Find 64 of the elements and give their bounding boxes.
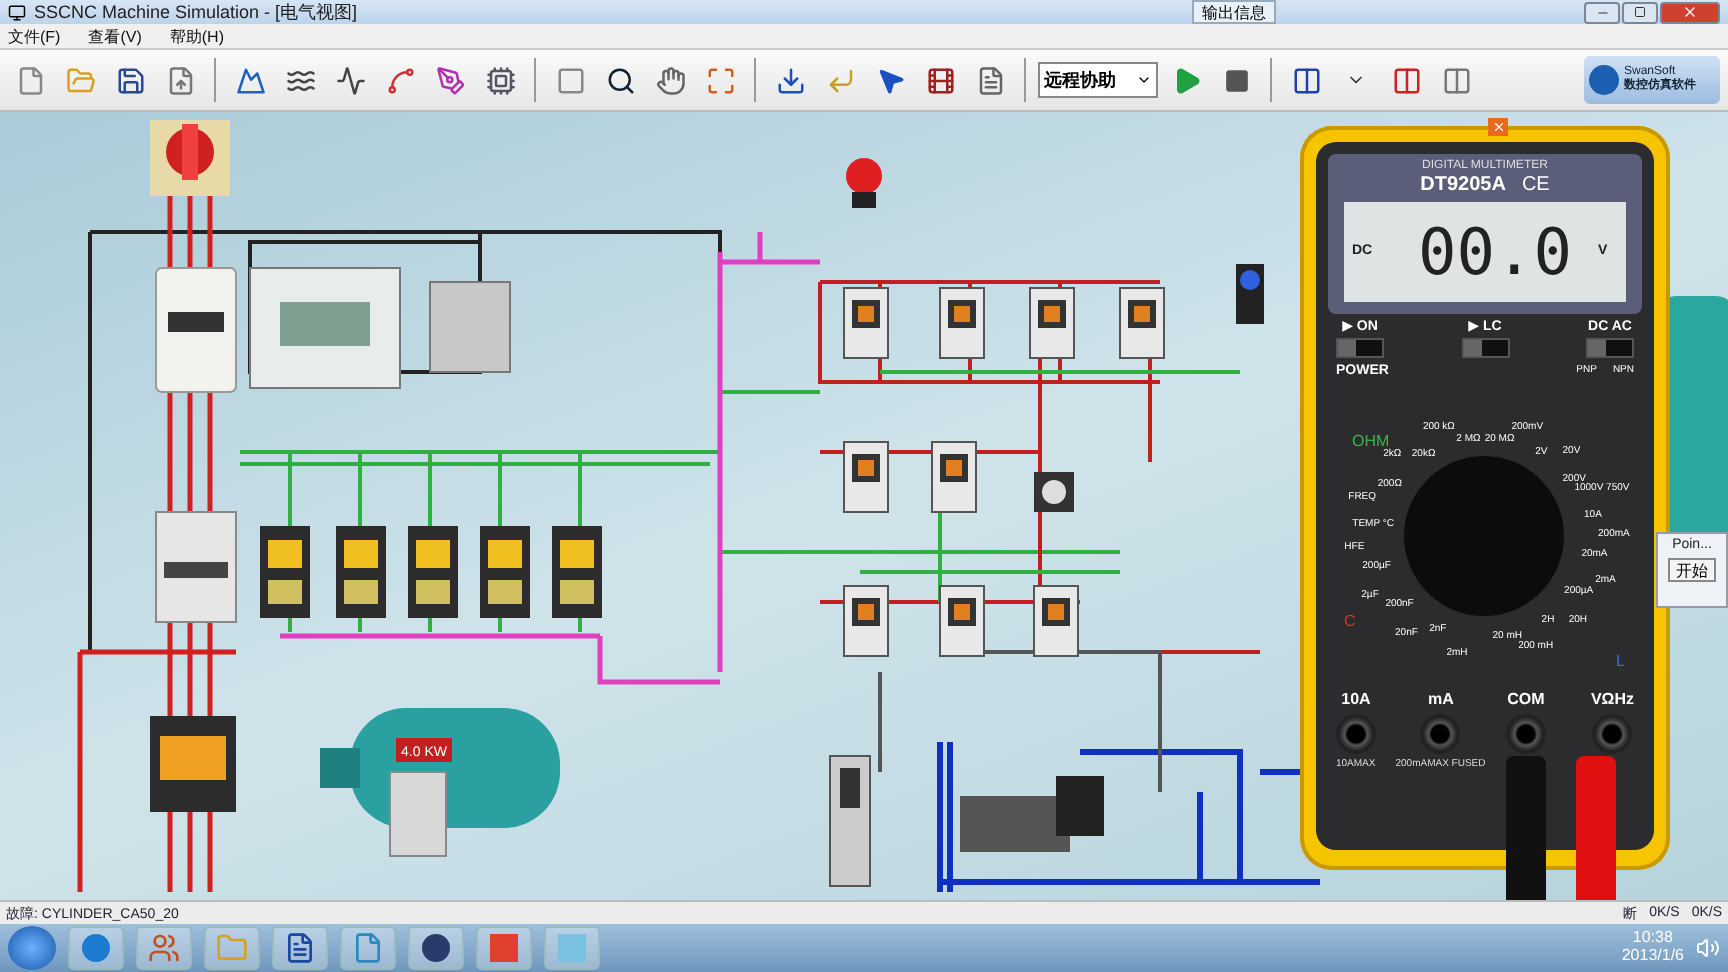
jack-label: 10A — [1341, 691, 1371, 710]
lcd-reading: 00.0 — [1415, 213, 1575, 290]
caret-icon — [1136, 72, 1152, 88]
close-icon[interactable] — [1488, 118, 1508, 136]
start-button[interactable]: 开始 — [1668, 557, 1716, 582]
contactor-drawing — [150, 716, 236, 812]
jack-socket[interactable] — [1420, 713, 1461, 754]
push-button-drawing — [1119, 287, 1165, 359]
section-label: OHM — [1352, 431, 1390, 450]
output-tab[interactable]: 输出信息 — [1192, 0, 1276, 24]
push-button-drawing — [1029, 287, 1075, 359]
cylinder-drawing — [829, 755, 871, 887]
push-button-drawing — [939, 585, 985, 657]
menu-item[interactable]: 查看(V) — [88, 25, 142, 47]
fuse-block-drawing — [155, 511, 237, 623]
emergency-stop-drawing — [846, 158, 882, 208]
push-button-drawing — [843, 287, 889, 359]
rotary-switch-drawing — [150, 120, 230, 196]
taskbar-app-icon[interactable] — [408, 926, 464, 970]
jack-socket[interactable] — [1505, 713, 1546, 754]
meter-model: DT9205A — [1420, 173, 1506, 196]
document-icon[interactable] — [272, 926, 328, 970]
relay-drawing — [480, 526, 530, 618]
indicator-lamp-drawing — [1236, 264, 1264, 324]
note-icon[interactable] — [340, 926, 396, 970]
slide-switch[interactable] — [1586, 338, 1634, 359]
app-icon — [8, 3, 26, 21]
maximize-button[interactable] — [1622, 1, 1658, 23]
jack-socket[interactable] — [1336, 713, 1376, 754]
selector-switch-drawing — [1034, 472, 1074, 512]
menu-item[interactable]: 帮助(H) — [169, 25, 224, 47]
section-label: L — [1616, 651, 1625, 670]
push-button-drawing — [1033, 585, 1079, 657]
assist-dropdown[interactable]: 远程协助 — [1038, 62, 1158, 98]
window-title: SSCNC Machine Simulation - [电气视图] — [34, 0, 358, 25]
close-icon — [1682, 4, 1698, 20]
maximize-icon — [1634, 6, 1646, 18]
circuit-breaker-drawing — [155, 267, 237, 393]
clock-time: 10:38 — [1632, 930, 1673, 948]
volume-icon[interactable] — [1696, 936, 1720, 960]
logo-icon — [1588, 64, 1620, 96]
start-button[interactable] — [8, 926, 56, 970]
push-button-drawing — [939, 287, 985, 359]
valve-drawing — [960, 776, 1104, 852]
section-label: C — [1344, 611, 1356, 630]
jack-label: COM — [1507, 691, 1545, 710]
relay-drawing — [260, 526, 310, 618]
push-button-drawing — [931, 441, 977, 513]
jack-label: mA — [1428, 691, 1454, 710]
jack-label: VΩHz — [1590, 691, 1634, 710]
clock-date: 2013/1/6 — [1621, 948, 1684, 966]
push-button-drawing — [843, 441, 889, 513]
jack-socket[interactable] — [1592, 713, 1633, 754]
relay-drawing — [336, 526, 386, 618]
menu-item[interactable]: 文件(F) — [8, 25, 61, 47]
relay-drawing — [408, 526, 458, 618]
meter-mark: CE — [1521, 173, 1550, 196]
power-supply-drawing — [429, 281, 511, 373]
people-icon[interactable] — [136, 926, 192, 970]
slide-switch[interactable] — [1461, 338, 1509, 359]
relay-drawing — [552, 526, 602, 618]
slide-switch[interactable] — [1336, 338, 1384, 359]
close-button[interactable] — [1660, 1, 1720, 23]
push-button-drawing — [843, 585, 889, 657]
